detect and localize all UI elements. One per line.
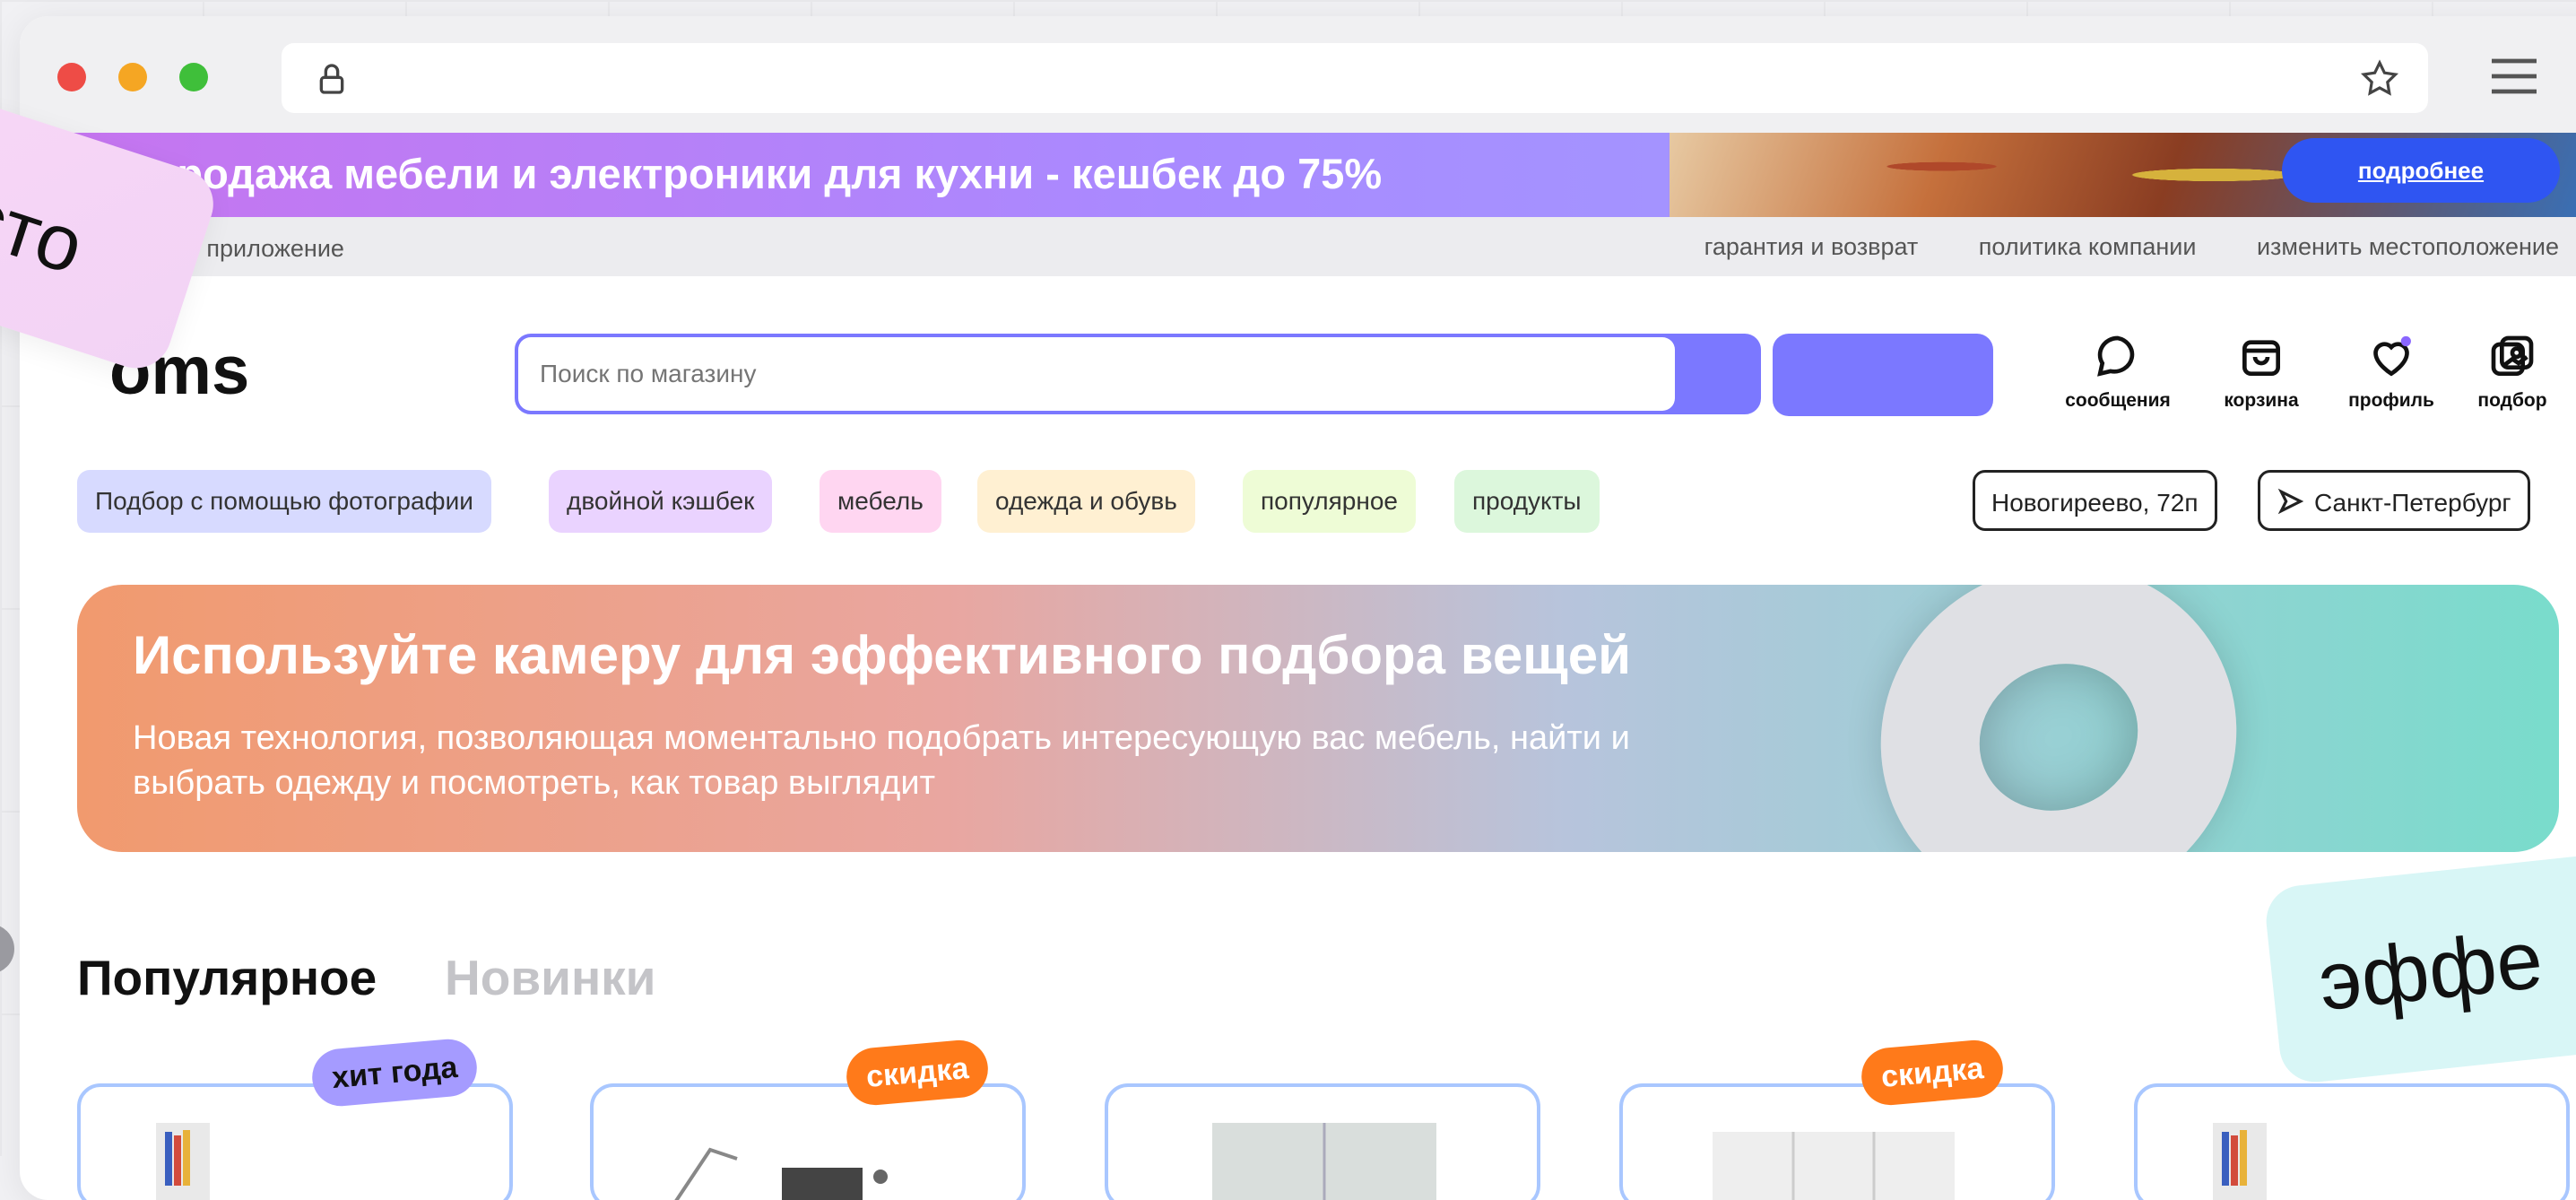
messages-button[interactable]: сообщения xyxy=(2055,332,2181,412)
bookmark-star-icon[interactable] xyxy=(2358,57,2401,100)
browser-toolbar xyxy=(20,16,2576,133)
hamburger-menu-icon[interactable] xyxy=(2490,56,2538,97)
minimize-window-button[interactable] xyxy=(118,63,147,91)
photo-search-icon xyxy=(2491,335,2534,376)
product-card[interactable] xyxy=(2134,1083,2570,1200)
navigation-arrow-icon xyxy=(2277,488,2304,515)
promo-banner: Распродажа мебели и электроники для кухн… xyxy=(20,133,2576,217)
secondary-links-bar: ать приложение гарантия и возврат полити… xyxy=(20,217,2576,276)
chip-furniture[interactable]: мебель xyxy=(820,470,941,533)
profile-button[interactable]: профиль xyxy=(2329,332,2454,412)
profile-label: профиль xyxy=(2348,390,2434,411)
shelf-image xyxy=(156,1123,210,1200)
chip-double-cashback[interactable]: двойной кэшбек xyxy=(549,470,773,533)
floating-sticker-right: эффе xyxy=(2262,848,2576,1086)
close-window-button[interactable] xyxy=(57,63,86,91)
desk-lamp-image xyxy=(674,1147,888,1200)
tab-new[interactable]: Новинки xyxy=(445,949,656,1006)
city-label: Санкт-Петербург xyxy=(2314,489,2511,517)
message-icon xyxy=(2097,335,2135,377)
product-card[interactable] xyxy=(77,1083,513,1200)
lock-icon xyxy=(319,64,344,94)
promo-more-button[interactable]: подробнее xyxy=(2282,138,2560,203)
sticker-left-text: сто xyxy=(0,170,94,291)
photo-search-button[interactable]: подбор xyxy=(2450,332,2575,412)
service-links: гарантия и возврат политика компании изм… xyxy=(1651,233,2559,261)
hero-title: Используйте камеру для эффективного подб… xyxy=(133,625,1632,685)
product-card[interactable] xyxy=(1105,1083,1540,1200)
tab-popular[interactable]: Популярное xyxy=(77,949,377,1006)
cart-icon xyxy=(2242,340,2280,376)
browser-window: Распродажа мебели и электроники для кухн… xyxy=(20,16,2576,1200)
sticker-right-text: эффе xyxy=(2314,913,2547,1029)
white-cabinet-image xyxy=(1713,1132,1955,1200)
search-input[interactable] xyxy=(518,337,1675,411)
promo-text: Распродажа мебели и электроники для кухн… xyxy=(77,150,1383,197)
torus-graphic xyxy=(1824,585,2294,852)
shelf-image xyxy=(2213,1123,2267,1200)
photo-search-label: подбор xyxy=(2477,390,2547,411)
cart-label: корзина xyxy=(2224,390,2299,411)
messages-label: сообщения xyxy=(2065,390,2171,411)
address-bar[interactable] xyxy=(282,43,2428,113)
hero-subtitle: Новая технология, позволяющая моментальн… xyxy=(133,719,1630,802)
search-button[interactable] xyxy=(1773,334,1993,416)
address-selector[interactable]: Новогиреево, 72п xyxy=(1973,470,2217,531)
heart-icon xyxy=(2373,335,2411,377)
warranty-link[interactable]: гарантия и возврат xyxy=(1704,233,1919,260)
product-card[interactable] xyxy=(590,1083,1026,1200)
chip-photo-search[interactable]: Подбор с помощью фотографии xyxy=(77,470,491,533)
policy-link[interactable]: политика компании xyxy=(1979,233,2197,260)
cart-button[interactable]: корзина xyxy=(2199,332,2324,412)
product-card[interactable] xyxy=(1619,1083,2055,1200)
chip-clothes[interactable]: одежда и обувь xyxy=(977,470,1195,533)
wardrobe-image xyxy=(1212,1123,1436,1200)
maximize-window-button[interactable] xyxy=(179,63,208,91)
chip-popular[interactable]: популярное xyxy=(1243,470,1416,533)
hero-banner[interactable]: Используйте камеру для эффективного подб… xyxy=(77,585,2559,852)
search-field xyxy=(515,334,1761,414)
city-selector[interactable]: Санкт-Петербург xyxy=(2258,470,2530,531)
change-location-link[interactable]: изменить местоположение xyxy=(2257,233,2559,260)
chip-groceries[interactable]: продукты xyxy=(1454,470,1600,533)
